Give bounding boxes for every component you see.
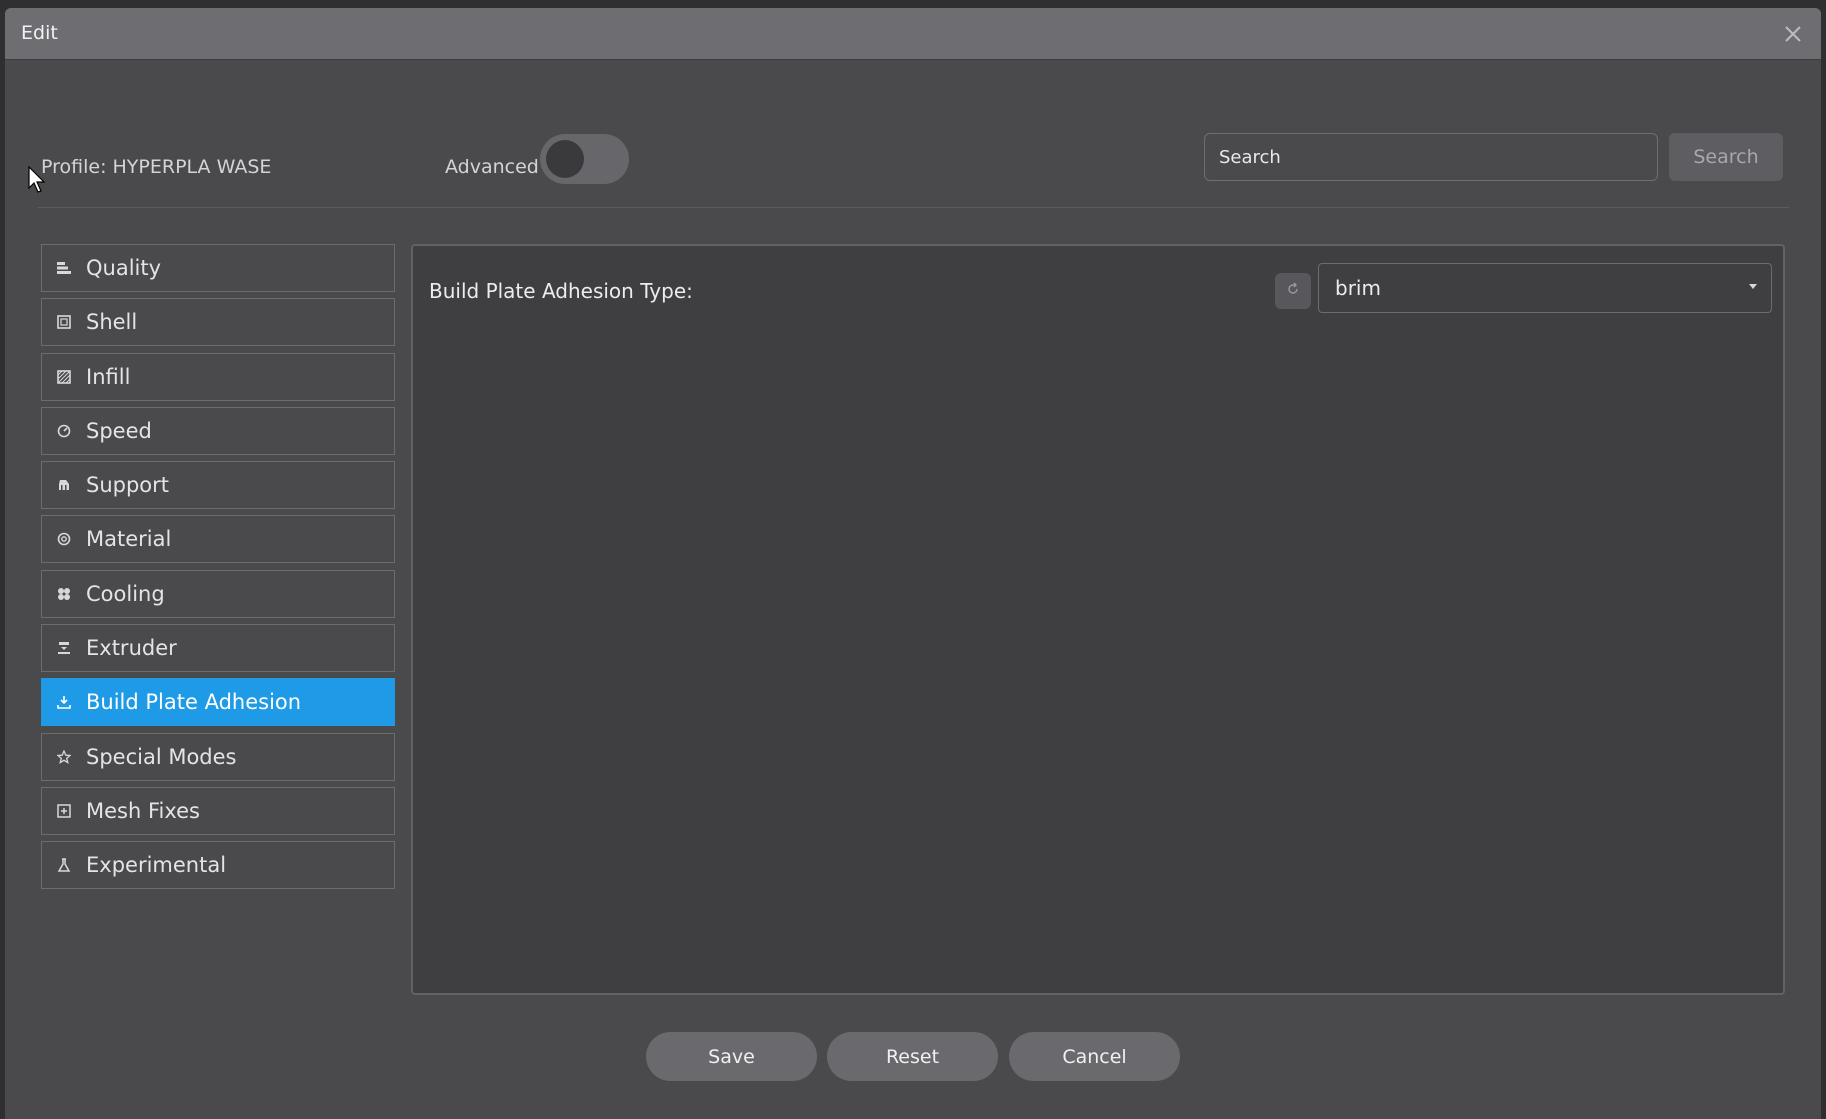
sidebar-item-quality[interactable]: Quality — [41, 244, 395, 292]
save-button[interactable]: Save — [646, 1032, 817, 1081]
flask-icon — [56, 857, 72, 873]
sidebar-item-label: Special Modes — [86, 744, 237, 769]
sidebar-item-label: Support — [86, 473, 170, 498]
build-plate-adhesion-icon — [56, 694, 72, 710]
sidebar-item-build-plate-adhesion[interactable]: Build Plate Adhesion — [41, 678, 395, 727]
sidebar-item-label: Shell — [86, 310, 138, 335]
infill-icon — [56, 369, 72, 385]
material-icon — [56, 531, 72, 547]
star-icon — [56, 749, 72, 765]
category-sidebar: Quality Shell Infill Speed Support Mater… — [41, 244, 395, 896]
advanced-label: Advanced — [445, 156, 539, 178]
cancel-button[interactable]: Cancel — [1009, 1032, 1180, 1081]
shell-icon — [56, 314, 72, 330]
profile-label: Profile: HYPERPLA WASE — [41, 156, 272, 178]
header-divider — [38, 207, 1789, 208]
sidebar-item-extruder[interactable]: Extruder — [41, 624, 395, 673]
sidebar-item-label: Mesh Fixes — [86, 798, 200, 823]
settings-panel: Build Plate Adhesion Type: brim — [411, 244, 1785, 995]
sidebar-item-special-modes[interactable]: Special Modes — [41, 732, 395, 781]
sidebar-item-label: Quality — [86, 256, 162, 280]
setting-label: Build Plate Adhesion Type: — [429, 279, 693, 303]
chevron-down-icon — [1749, 284, 1757, 289]
search-input[interactable] — [1204, 133, 1658, 181]
sidebar-item-mesh-fixes[interactable]: Mesh Fixes — [41, 786, 395, 835]
toggle-knob — [546, 140, 584, 178]
support-icon — [56, 477, 72, 493]
select-value: brim — [1335, 276, 1381, 300]
window-title: Edit — [21, 22, 58, 44]
quality-icon — [56, 260, 72, 276]
sidebar-item-cooling[interactable]: Cooling — [41, 569, 395, 618]
cooling-icon — [56, 586, 72, 602]
edit-dialog: Edit Profile: HYPERPLA WASE Advanced Sea… — [5, 8, 1821, 1119]
sidebar-item-label: Material — [86, 527, 172, 552]
mouse-cursor-icon — [28, 165, 48, 198]
title-bar: Edit — [5, 8, 1821, 60]
speed-icon — [56, 423, 72, 439]
sidebar-item-label: Extruder — [86, 636, 177, 661]
reset-button[interactable]: Reset — [827, 1032, 998, 1081]
sidebar-item-infill[interactable]: Infill — [41, 352, 395, 401]
sidebar-item-support[interactable]: Support — [41, 461, 395, 510]
adhesion-type-select[interactable]: brim — [1318, 263, 1772, 313]
mesh-fixes-icon — [56, 803, 72, 819]
close-icon[interactable] — [1779, 20, 1807, 48]
advanced-toggle[interactable] — [540, 134, 629, 184]
sidebar-item-speed[interactable]: Speed — [41, 406, 395, 455]
reset-icon — [1285, 281, 1301, 301]
sidebar-item-shell[interactable]: Shell — [41, 298, 395, 347]
sidebar-item-label: Infill — [86, 364, 131, 389]
sidebar-item-label: Experimental — [86, 853, 227, 878]
extruder-icon — [56, 640, 72, 656]
sidebar-item-label: Speed — [86, 418, 152, 443]
sidebar-item-label: Build Plate Adhesion — [86, 690, 302, 715]
sidebar-item-material[interactable]: Material — [41, 515, 395, 564]
sidebar-item-label: Cooling — [86, 581, 165, 606]
search-button[interactable]: Search — [1669, 133, 1783, 181]
sidebar-item-experimental[interactable]: Experimental — [41, 841, 395, 890]
reset-setting-button[interactable] — [1275, 273, 1311, 309]
